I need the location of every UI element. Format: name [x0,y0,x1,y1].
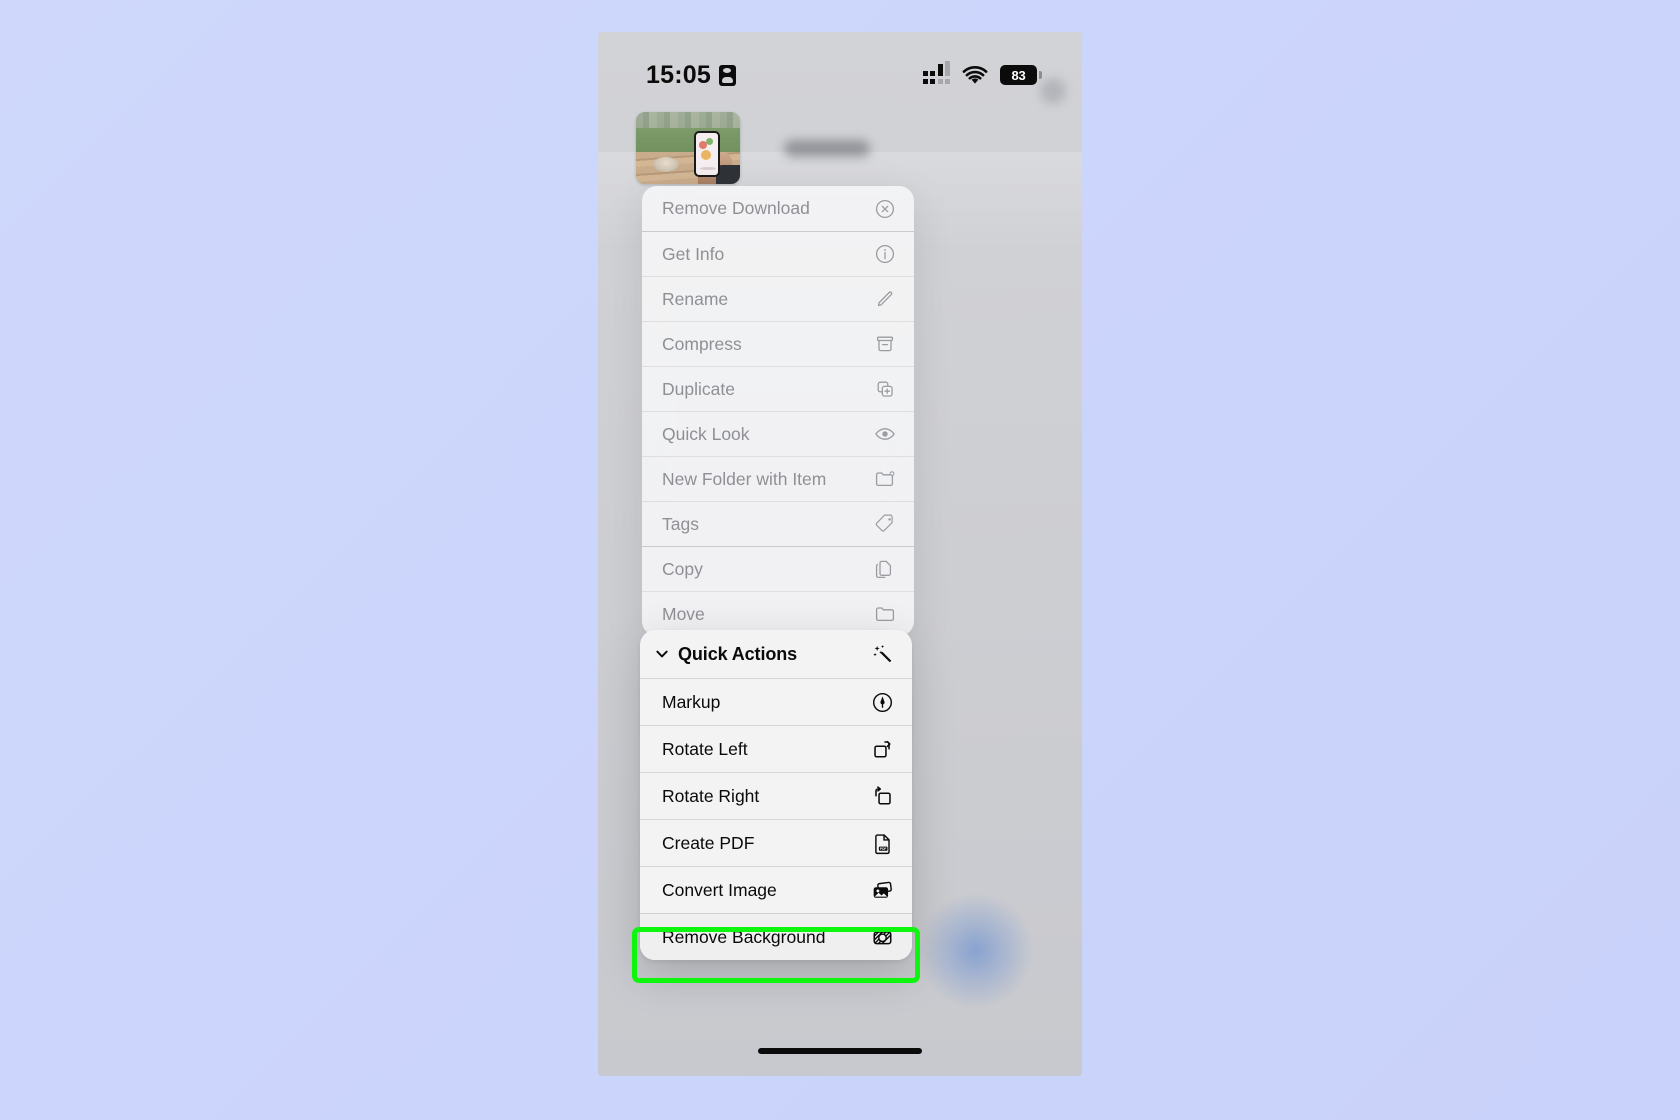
menu-item-copy[interactable]: Copy [642,546,914,591]
battery-cap [1039,71,1042,79]
quick-action-remove-background[interactable]: Remove Background [640,913,912,960]
quick-actions-panel[interactable]: Quick Actions Markup Rotate Left Rotate … [640,630,912,960]
menu-item-label: Compress [662,333,742,354]
menu-item-label: Get Info [662,243,725,264]
menu-item-label: Quick Look [662,423,750,444]
quick-action-label: Markup [662,691,721,712]
archivebox-icon [873,333,896,356]
menu-item-label: Tags [662,513,699,534]
status-bar: 15:05 83 [598,32,1082,96]
file-thumbnail [636,112,740,184]
menu-item-new-folder-with-item[interactable]: New Folder with Item [642,456,914,501]
menu-item-label: Duplicate [662,378,735,399]
menu-item-label: Rename [662,288,729,309]
quick-action-label: Rotate Left [662,738,748,759]
info-circle-icon [873,243,896,266]
convert-image-icon [870,878,894,902]
svg-text:PDF: PDF [879,846,886,850]
quick-action-label: Convert Image [662,879,777,900]
quick-actions-title: Quick Actions [678,643,798,664]
quick-action-convert-image[interactable]: Convert Image [640,866,912,913]
battery-indicator: 83 [1000,65,1042,85]
quick-actions-header[interactable]: Quick Actions [640,630,912,678]
menu-item-label: Copy [662,558,703,579]
tag-icon [873,513,896,536]
copy-icon [873,558,896,581]
redacted-file-title [784,139,870,157]
context-menu[interactable]: Remove Download Get Info Rename Compress [642,186,914,636]
redacted-header-accessory [1040,78,1066,104]
remove-download-icon [873,197,896,220]
menu-item-tags[interactable]: Tags [642,501,914,546]
menu-item-remove-download[interactable]: Remove Download [642,186,914,231]
screen-recording-icon [718,64,736,86]
status-bar-left: 15:05 [646,61,736,90]
duplicate-icon [873,378,896,401]
home-indicator [758,1048,922,1054]
quick-action-rotate-left[interactable]: Rotate Left [640,725,912,772]
chevron-down-icon[interactable] [654,646,670,662]
wifi-icon [962,65,988,85]
magic-wand-sparkles-icon [870,642,894,666]
quick-action-label: Remove Background [662,926,826,947]
remove-background-icon [870,925,894,949]
new-folder-icon [873,468,896,491]
file-header-row [636,100,1054,196]
quick-action-rotate-right[interactable]: Rotate Right [640,772,912,819]
status-clock: 15:05 [646,60,711,89]
status-bar-right: 83 [922,61,1042,85]
menu-item-compress[interactable]: Compress [642,321,914,366]
menu-item-rename[interactable]: Rename [642,276,914,321]
phone-screen: 15:05 83 Remove Download Get Info Rename… [598,32,1082,1076]
quick-action-create-pdf[interactable]: Create PDF PDF [640,819,912,866]
create-pdf-icon: PDF [870,831,894,855]
menu-item-quick-look[interactable]: Quick Look [642,411,914,456]
pencil-icon [873,288,896,311]
menu-item-label: New Folder with Item [662,468,827,489]
menu-item-duplicate[interactable]: Duplicate [642,366,914,411]
menu-item-get-info[interactable]: Get Info [642,231,914,276]
menu-item-label: Move [662,603,705,624]
menu-item-label: Remove Download [662,198,810,218]
cellular-signal-icon [922,61,950,84]
folder-icon [873,603,896,626]
quick-action-markup[interactable]: Markup [640,678,912,725]
rotate-right-icon [870,784,894,808]
markup-pen-circle-icon [870,690,894,714]
rotate-left-icon [870,737,894,761]
quick-action-label: Create PDF [662,832,755,853]
eye-icon [873,423,896,446]
battery-percent: 83 [1011,67,1026,83]
quick-action-label: Rotate Right [662,785,760,806]
